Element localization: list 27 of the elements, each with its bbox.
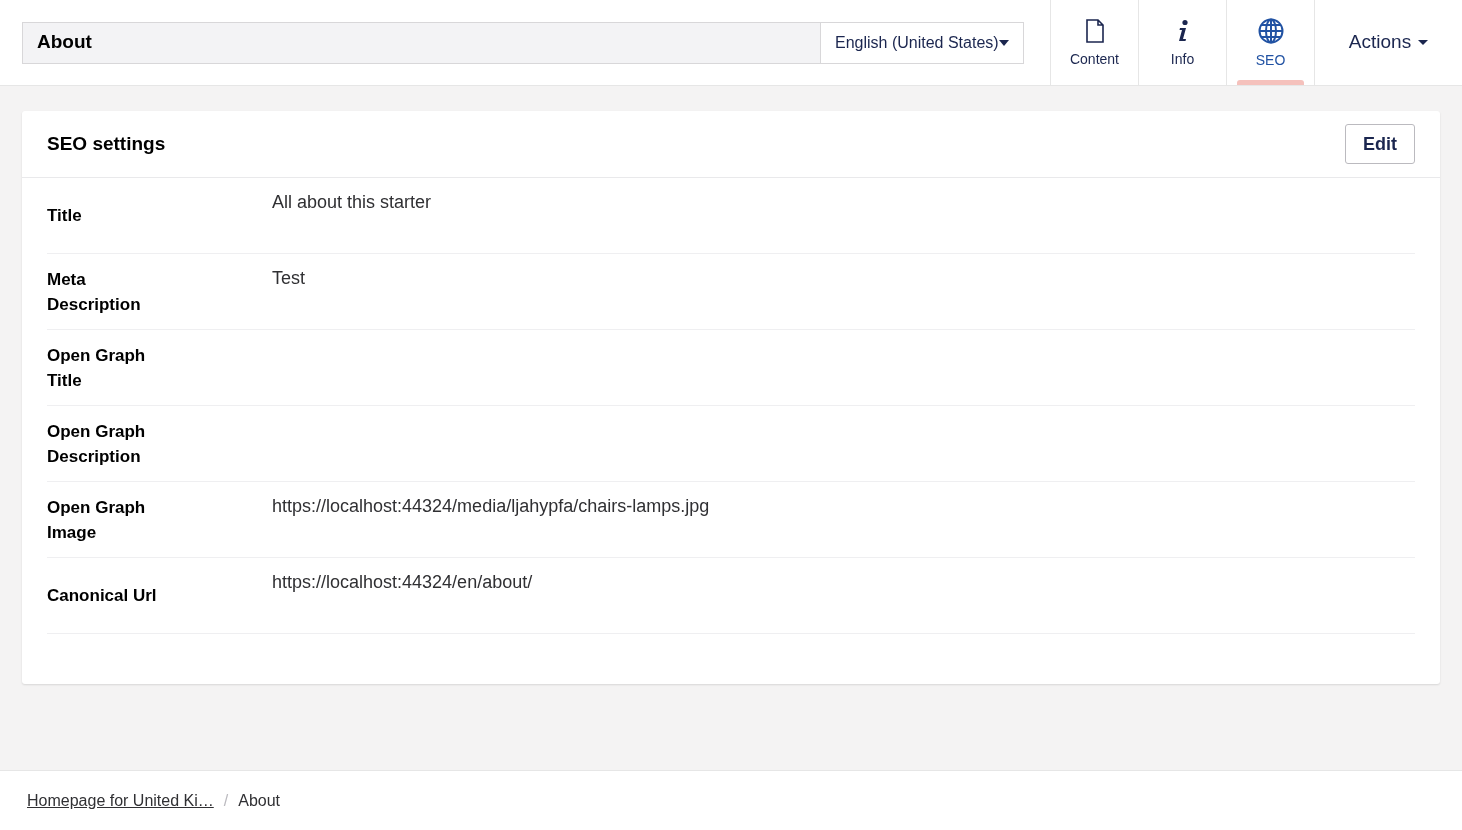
field-label: Canonical Url xyxy=(47,585,157,607)
info-icon xyxy=(1176,19,1189,43)
document-icon xyxy=(1085,19,1104,43)
language-dropdown[interactable]: English (United States) xyxy=(820,21,1024,64)
field-value: Test xyxy=(272,268,305,288)
field-label: Meta Description xyxy=(47,268,142,316)
field-label: Open Graph Title xyxy=(47,344,147,392)
breadcrumb-separator: / xyxy=(223,790,229,811)
actions-button[interactable]: Actions xyxy=(1348,28,1429,57)
globe-icon xyxy=(1257,18,1284,44)
breadcrumb-current: About xyxy=(238,790,281,811)
panel-title: SEO settings xyxy=(47,131,166,156)
name-field[interactable]: About xyxy=(22,21,820,64)
field-value: All about this starter xyxy=(272,192,432,212)
tab[interactable]: SEO xyxy=(1226,0,1314,85)
caret-icon xyxy=(1418,40,1429,45)
tab[interactable]: Info xyxy=(1138,0,1226,85)
field-label: Open Graph Image xyxy=(47,496,147,544)
caret-icon xyxy=(999,39,1009,46)
field-value: https://localhost:44324/en/about/ xyxy=(272,572,533,592)
field-label: Open Graph Description xyxy=(47,420,147,468)
field-label: Title xyxy=(47,205,83,227)
active-tab-indicator xyxy=(1237,80,1304,85)
field-value: https://localhost:44324/media/ljahypfa/chairs-lamps.jpg xyxy=(272,496,710,516)
tab[interactable]: Content xyxy=(1050,0,1138,85)
edit-button[interactable]: Edit xyxy=(1345,124,1415,164)
breadcrumb-link[interactable]: Homepage for United Ki… xyxy=(27,788,214,813)
